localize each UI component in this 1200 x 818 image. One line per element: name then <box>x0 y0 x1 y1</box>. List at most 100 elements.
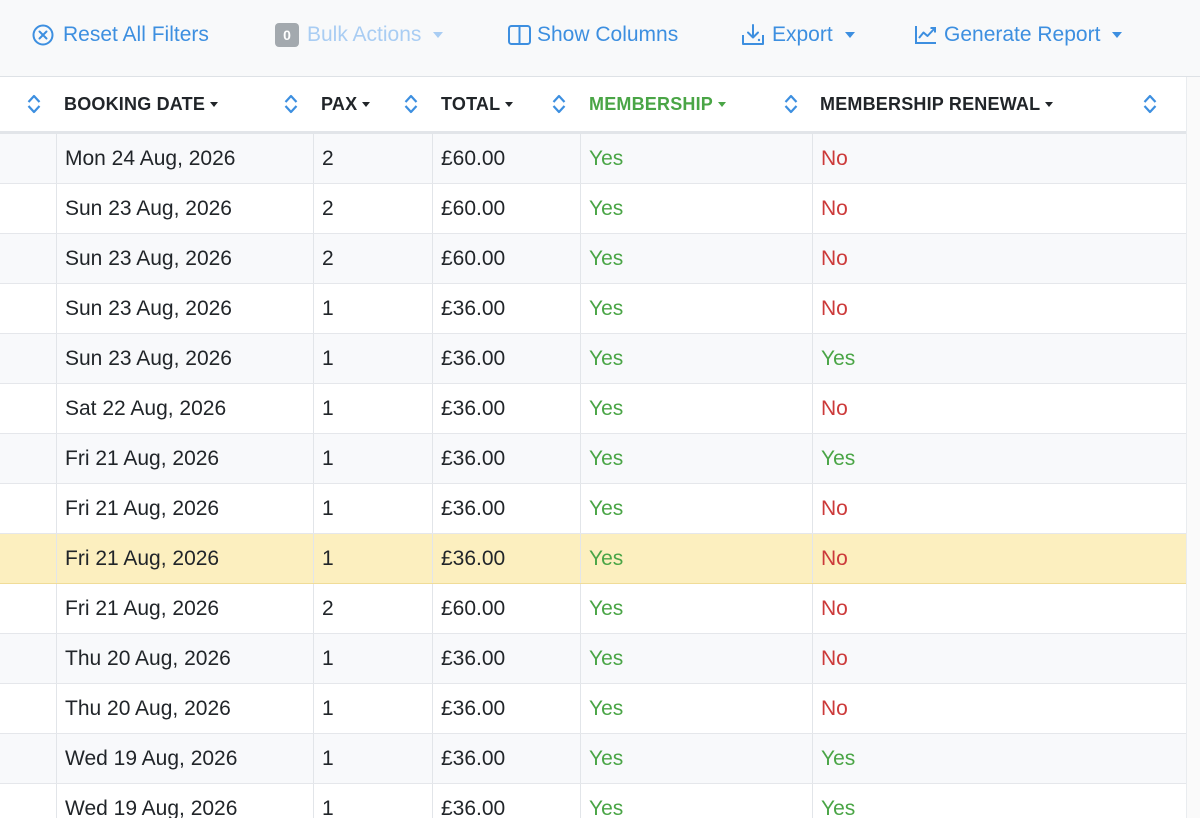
table-row[interactable]: Sun 23 Aug, 2026 1 £36.00 Yes No <box>0 284 1186 334</box>
table-row[interactable]: Sun 23 Aug, 2026 2 £60.00 Yes No <box>0 184 1186 234</box>
membership-cell: Yes <box>580 584 813 633</box>
table-row[interactable]: Fri 21 Aug, 2026 1 £36.00 Yes Yes <box>0 434 1186 484</box>
table-row[interactable]: Fri 21 Aug, 2026 1 £36.00 Yes No <box>0 484 1186 534</box>
booking-date-cell: Mon 24 Aug, 2026 <box>56 134 314 183</box>
sort-icon[interactable] <box>1143 92 1157 116</box>
pax-cell: 1 <box>313 634 433 683</box>
pax-cell: 1 <box>313 484 433 533</box>
column-header-membership[interactable]: MEMBERSHIP <box>589 77 727 131</box>
table-row[interactable]: Sun 23 Aug, 2026 1 £36.00 Yes Yes <box>0 334 1186 384</box>
membership-renewal-cell: No <box>812 284 1186 333</box>
pax-cell: 2 <box>313 134 433 183</box>
total-cell: £60.00 <box>432 584 581 633</box>
membership-renewal-cell: Yes <box>812 434 1186 483</box>
bulk-actions-label: Bulk Actions <box>307 23 422 46</box>
table-row[interactable]: Wed 19 Aug, 2026 1 £36.00 Yes Yes <box>0 784 1186 818</box>
total-cell: £36.00 <box>432 734 581 783</box>
booking-date-cell: Fri 21 Aug, 2026 <box>56 434 314 483</box>
column-header-pax[interactable]: PAX <box>321 77 371 131</box>
circle-x-icon <box>32 24 54 46</box>
sort-icon[interactable] <box>27 92 41 116</box>
table-row[interactable]: Thu 20 Aug, 2026 1 £36.00 Yes No <box>0 634 1186 684</box>
column-header-booking-date[interactable]: BOOKING DATE <box>64 77 219 131</box>
membership-renewal-cell: No <box>812 134 1186 183</box>
membership-renewal-cell: No <box>812 634 1186 683</box>
column-header-label: BOOKING DATE <box>64 93 206 114</box>
total-cell: £60.00 <box>432 184 581 233</box>
show-columns-label: Show Columns <box>537 23 679 46</box>
table-row[interactable]: Sun 23 Aug, 2026 2 £60.00 Yes No <box>0 234 1186 284</box>
bulk-actions-button[interactable]: 0 Bulk Actions <box>275 19 444 51</box>
table-body: Mon 24 Aug, 2026 2 £60.00 Yes No Sun 23 Aug, … <box>0 134 1186 818</box>
membership-cell: Yes <box>580 434 813 483</box>
chevron-down-icon <box>718 101 727 107</box>
total-cell: £36.00 <box>432 284 581 333</box>
membership-cell: Yes <box>580 684 813 733</box>
booking-date-cell: Wed 19 Aug, 2026 <box>56 784 314 818</box>
membership-renewal-cell: Yes <box>812 784 1186 818</box>
booking-date-cell: Sun 23 Aug, 2026 <box>56 284 314 333</box>
table-row[interactable]: Thu 20 Aug, 2026 1 £36.00 Yes No <box>0 684 1186 734</box>
pax-cell: 1 <box>313 784 433 818</box>
total-cell: £60.00 <box>432 134 581 183</box>
pax-cell: 1 <box>313 684 433 733</box>
sort-icon[interactable] <box>404 92 418 116</box>
table-row[interactable]: Mon 24 Aug, 2026 2 £60.00 Yes No <box>0 134 1186 184</box>
sort-icon[interactable] <box>784 92 798 116</box>
booking-date-cell: Thu 20 Aug, 2026 <box>56 634 314 683</box>
sort-icon[interactable] <box>284 92 298 116</box>
generate-report-label: Generate Report <box>944 23 1101 46</box>
chevron-down-icon <box>433 32 444 38</box>
reset-filters-button[interactable]: Reset All Filters <box>32 19 209 51</box>
membership-cell: Yes <box>580 734 813 783</box>
table-row[interactable]: Sat 22 Aug, 2026 1 £36.00 Yes No <box>0 384 1186 434</box>
membership-cell: Yes <box>580 384 813 433</box>
booking-date-cell: Fri 21 Aug, 2026 <box>56 584 314 633</box>
membership-cell: Yes <box>580 134 813 183</box>
membership-cell: Yes <box>580 234 813 283</box>
column-header-membership-renewal[interactable]: MEMBERSHIP RENEWAL <box>820 77 1054 131</box>
chevron-down-icon <box>844 32 855 38</box>
booking-date-cell: Sun 23 Aug, 2026 <box>56 234 314 283</box>
column-header-total[interactable]: TOTAL <box>441 77 514 131</box>
chevron-down-icon <box>505 101 514 107</box>
table-header: BOOKING DATE PAX TOTAL MEMBERSHIP MEMBER… <box>0 77 1186 134</box>
pax-cell: 2 <box>313 184 433 233</box>
scrollbar[interactable] <box>1186 77 1200 818</box>
booking-date-cell: Thu 20 Aug, 2026 <box>56 684 314 733</box>
bulk-count-badge: 0 <box>275 23 299 47</box>
booking-date-cell: Wed 19 Aug, 2026 <box>56 734 314 783</box>
membership-cell: Yes <box>580 334 813 383</box>
membership-cell: Yes <box>580 284 813 333</box>
membership-renewal-cell: No <box>812 584 1186 633</box>
total-cell: £36.00 <box>432 534 581 583</box>
membership-renewal-cell: No <box>812 684 1186 733</box>
total-cell: £36.00 <box>432 484 581 533</box>
membership-cell: Yes <box>580 784 813 818</box>
toolbar: Reset All Filters 0 Bulk Actions Show Co… <box>0 0 1200 77</box>
table-row[interactable]: Fri 21 Aug, 2026 2 £60.00 Yes No <box>0 584 1186 634</box>
membership-renewal-cell: No <box>812 484 1186 533</box>
membership-renewal-cell: No <box>812 234 1186 283</box>
total-cell: £36.00 <box>432 784 581 818</box>
generate-report-button[interactable]: Generate Report <box>914 19 1123 51</box>
column-header-label: MEMBERSHIP <box>589 93 714 114</box>
export-button[interactable]: Export <box>740 19 855 51</box>
booking-date-cell: Fri 21 Aug, 2026 <box>56 484 314 533</box>
column-header-label: TOTAL <box>441 93 501 114</box>
show-columns-button[interactable]: Show Columns <box>508 19 678 51</box>
booking-date-cell: Sat 22 Aug, 2026 <box>56 384 314 433</box>
chevron-down-icon <box>1112 32 1123 38</box>
pax-cell: 1 <box>313 534 433 583</box>
sort-icon[interactable] <box>552 92 566 116</box>
total-cell: £60.00 <box>432 234 581 283</box>
booking-date-cell: Fri 21 Aug, 2026 <box>56 534 314 583</box>
download-icon <box>740 23 766 47</box>
pax-cell: 1 <box>313 734 433 783</box>
membership-renewal-cell: Yes <box>812 334 1186 383</box>
total-cell: £36.00 <box>432 334 581 383</box>
membership-cell: Yes <box>580 484 813 533</box>
pax-cell: 1 <box>313 284 433 333</box>
table-row[interactable]: Fri 21 Aug, 2026 1 £36.00 Yes No <box>0 534 1186 584</box>
table-row[interactable]: Wed 19 Aug, 2026 1 £36.00 Yes Yes <box>0 734 1186 784</box>
